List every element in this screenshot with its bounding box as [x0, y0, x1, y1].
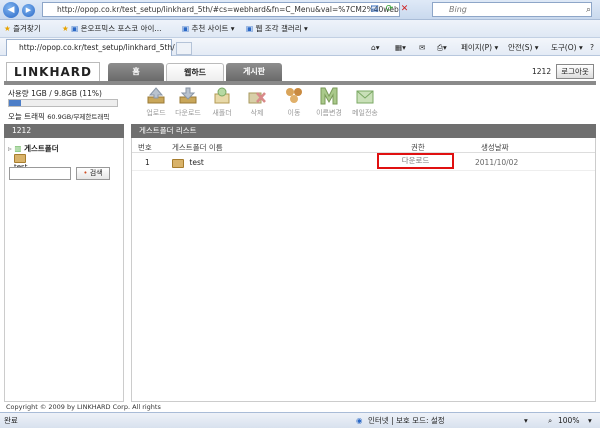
tab-title: http://opop.co.kr/test_setup/linkhard_5t…: [19, 43, 175, 52]
new-folder-icon: [214, 87, 230, 104]
folder-icon: [14, 154, 29, 163]
page-icon: ▣: [246, 24, 254, 33]
row-name-label: test: [189, 158, 204, 167]
tab-underline: [4, 81, 596, 85]
favorite-item[interactable]: ★ ▣ 온오프믹스 포스코 아이...: [62, 23, 162, 35]
compat-view-icon[interactable]: ▤: [368, 3, 381, 16]
tree-expand-icon[interactable]: ▹: [8, 144, 12, 153]
back-icon[interactable]: ◀: [3, 2, 19, 18]
row-date: 2011/10/02: [475, 158, 519, 167]
favorite-item[interactable]: ▣ 추천 사이트 ▾: [182, 23, 235, 35]
status-bar: 완료 ◉ 인터넷 | 보호 모드: 설정 ▾ ⌕ 100% ▾: [0, 412, 600, 428]
folder-tree-header: 1212: [4, 124, 124, 138]
usage-bar-fill: [9, 100, 21, 106]
folder-search-label: 검색: [89, 169, 103, 177]
copyright-text: Copyright © 2009 by LINKHARD Corp. All r…: [6, 403, 161, 411]
favorite-link-icon: ▣: [71, 24, 79, 33]
favorites-button[interactable]: ★ 즐겨찾기: [4, 23, 41, 35]
traffic-info: 오늘 트래픽 60.9GB/무제한트래픽: [8, 111, 109, 122]
search-placeholder: Bing: [449, 5, 467, 14]
tab-home[interactable]: 홈: [108, 63, 164, 81]
tree-root-label: 게스트폴더: [24, 144, 59, 153]
star-icon: ★: [4, 24, 11, 33]
upload-label: 업로드: [146, 109, 166, 117]
search-magnifier-icon[interactable]: ⌕: [582, 4, 595, 17]
page-icon: ▣: [182, 24, 190, 33]
row-number: 1: [145, 158, 150, 167]
logout-button[interactable]: 로그아웃: [556, 64, 594, 79]
address-text: http://opop.co.kr/test_setup/linkhard_5t…: [57, 5, 400, 14]
traffic-value: 60.9GB/무제한트래픽: [47, 113, 110, 121]
new-folder-button[interactable]: 새폴더: [207, 87, 237, 121]
user-id: 1212: [532, 67, 552, 76]
send-mail-label: 메일전송: [352, 109, 378, 117]
move-icon: [286, 88, 302, 103]
favorites-bar: ★ 즐겨찾기 ★ ▣ 온오프믹스 포스코 아이... ▣ 추천 사이트 ▾ ▣ …: [0, 20, 600, 38]
zoom-dropdown-icon[interactable]: ▾: [524, 413, 528, 428]
globe-icon: ◉: [356, 416, 363, 425]
mail-icon[interactable]: ✉: [419, 42, 425, 54]
download-icon: [179, 87, 197, 104]
rename-label: 이름변경: [316, 109, 342, 117]
permission-badge: 다운로드: [377, 153, 454, 169]
traffic-label: 오늘 트래픽: [8, 112, 45, 121]
print-icon[interactable]: ⎙▾: [437, 42, 447, 54]
folder-group-icon: ▥: [14, 144, 22, 153]
delete-button[interactable]: 삭제: [242, 87, 272, 121]
upload-icon: [147, 87, 165, 104]
download-label: 다운로드: [175, 109, 201, 117]
tools-menu[interactable]: 도구(O) ▾: [551, 42, 583, 54]
stop-icon[interactable]: ✕: [398, 3, 411, 16]
zoom-level[interactable]: 100%: [558, 413, 579, 428]
browser-address-row: ◀ ▶ http://opop.co.kr/test_setup/linkhar…: [0, 0, 600, 20]
send-mail-button[interactable]: 메일전송: [348, 87, 382, 121]
search-plus-icon: •: [83, 169, 88, 177]
new-folder-label: 새폴더: [212, 109, 232, 117]
zoom-menu-icon[interactable]: ▾: [588, 413, 592, 428]
address-bar[interactable]: http://opop.co.kr/test_setup/linkhard_5t…: [42, 2, 400, 17]
upload-button[interactable]: 업로드: [141, 87, 171, 121]
tree-root-guest-folder[interactable]: ▹ ▥ 게스트폴더: [8, 143, 59, 154]
home-icon[interactable]: ⌂▾: [371, 42, 380, 54]
new-tab-button[interactable]: [176, 42, 192, 55]
delete-label: 삭제: [250, 109, 264, 117]
usage-text: 사용량 1GB / 9.8GB (11%): [8, 89, 102, 98]
favorites-label: 즐겨찾기: [13, 24, 41, 33]
browser-tab[interactable]: http://opop.co.kr/test_setup/linkhard_5t…: [6, 39, 175, 56]
usage-bar: [8, 99, 118, 107]
favorite-item[interactable]: ▣ 웹 조각 갤러리 ▾: [246, 23, 308, 35]
zoom-icon: ⌕: [548, 416, 553, 425]
safety-menu[interactable]: 안전(S) ▾: [508, 42, 539, 54]
page-menu[interactable]: 페이지(P) ▾: [461, 42, 498, 54]
move-label: 이동: [287, 109, 301, 117]
row-name[interactable]: test: [172, 158, 204, 168]
forward-icon[interactable]: ▶: [22, 4, 35, 17]
search-box[interactable]: Bing: [432, 2, 592, 17]
status-text: 완료: [4, 416, 18, 425]
tab-board[interactable]: 게시판: [226, 63, 282, 81]
delete-icon: [248, 92, 266, 104]
download-button[interactable]: 다운로드: [173, 87, 203, 121]
row-divider: [132, 170, 595, 171]
rename-button[interactable]: 이름변경: [312, 87, 346, 121]
favorite-label: 온오프믹스 포스코 아이...: [80, 24, 162, 33]
folder-search-input[interactable]: [9, 167, 71, 180]
folder-search-button[interactable]: • 검색: [76, 167, 110, 180]
zone-text: 인터넷 | 보호 모드: 설정: [368, 416, 445, 425]
move-button[interactable]: 이동: [279, 87, 309, 121]
guest-folder-list-header: 게스트폴더 리스트: [131, 124, 596, 138]
help-icon[interactable]: ?: [590, 42, 594, 54]
feed-icon[interactable]: ▦▾: [395, 42, 406, 54]
folder-icon: [172, 158, 187, 168]
favorite-label: 추천 사이트 ▾: [191, 24, 235, 33]
refresh-icon[interactable]: ⟳: [383, 3, 396, 16]
tab-webhard[interactable]: 웹하드: [166, 63, 224, 81]
add-favorite-icon: ★: [62, 24, 69, 33]
rename-icon: [320, 87, 338, 105]
favorite-label: 웹 조각 갤러리 ▾: [255, 24, 308, 33]
app-logo: LINKHARD: [6, 62, 100, 82]
browser-tab-row: http://opop.co.kr/test_setup/linkhard_5t…: [0, 38, 600, 56]
header-divider: [132, 152, 595, 153]
mail-icon: [356, 90, 374, 104]
